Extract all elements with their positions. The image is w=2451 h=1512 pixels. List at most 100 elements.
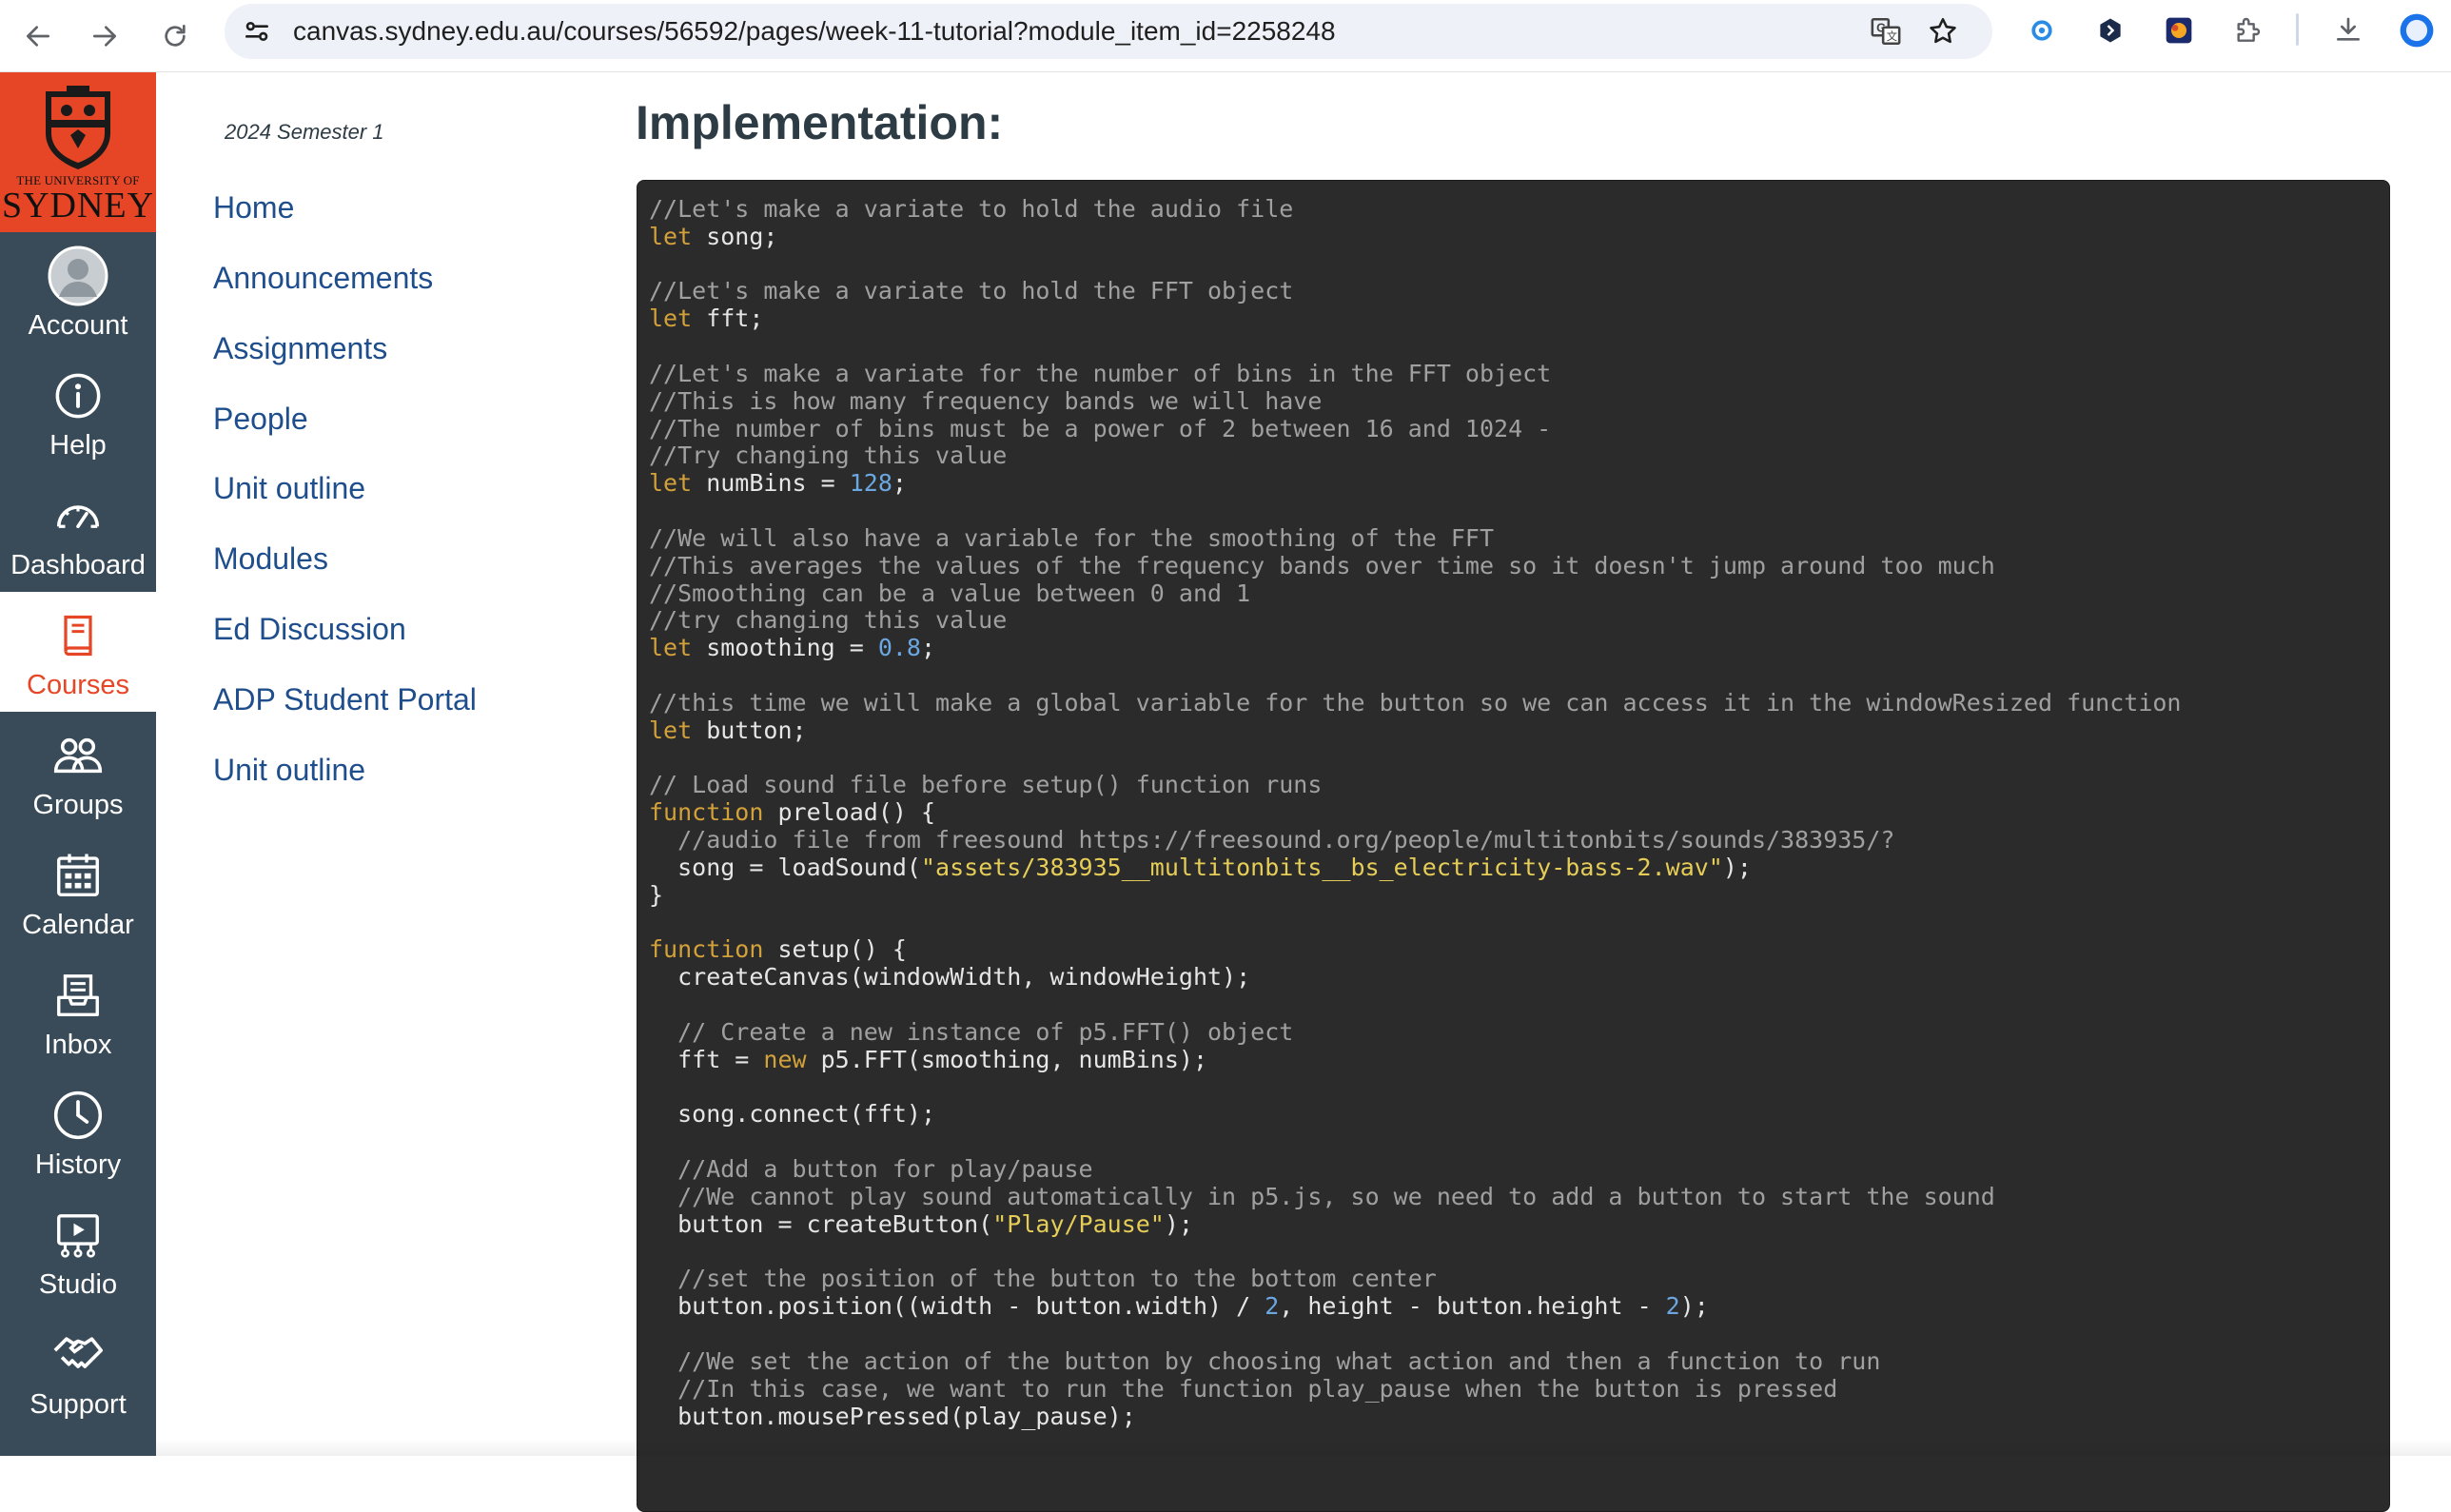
code-token: 128 [849, 469, 892, 498]
global-nav-studio[interactable]: Studio [0, 1191, 156, 1311]
global-nav-calendar[interactable]: Calendar [0, 832, 156, 952]
code-line: song = loadSound("assets/383935__multito… [649, 854, 1752, 881]
global-navigation: THE UNIVERSITY OF SYDNEY Account Help Da… [0, 72, 156, 1456]
back-arrow-icon[interactable] [11, 10, 65, 63]
groups-icon [48, 725, 108, 786]
profile-icon[interactable] [2398, 11, 2436, 49]
code-token: song.connect(fft); [649, 1100, 936, 1129]
code-token: fft = [649, 1045, 764, 1073]
code-token: "assets/383935__multitonbits__bs_electri… [920, 853, 1723, 881]
code-line: // Create a new instance of p5.FFT() obj… [649, 1018, 1293, 1046]
global-nav-inbox[interactable]: Inbox [0, 952, 156, 1071]
course-nav-unit-outline[interactable]: Unit outline [213, 469, 365, 507]
extension-3-icon[interactable] [2160, 11, 2198, 49]
extension-1-icon[interactable] [2023, 11, 2061, 49]
course-nav-announcements[interactable]: Announcements [213, 259, 433, 297]
url-text[interactable]: canvas.sydney.edu.au/courses/56592/pages… [293, 14, 1336, 49]
course-nav-home[interactable]: Home [213, 188, 294, 226]
course-nav-modules[interactable]: Modules [213, 540, 328, 578]
code-line: function setup() { [649, 935, 907, 963]
course-nav-unit-outline-2[interactable]: Unit outline [213, 751, 365, 789]
code-token: setup() { [763, 935, 907, 964]
reload-icon[interactable] [148, 10, 202, 63]
code-token: ); [1679, 1292, 1709, 1321]
global-nav-history[interactable]: History [0, 1071, 156, 1191]
code-token: p5.FFT(smoothing, numBins); [806, 1045, 1208, 1073]
code-token: //Add a button for play/pause [649, 1155, 1093, 1184]
global-nav-account[interactable]: Account [0, 232, 156, 352]
global-nav-help[interactable]: Help [0, 352, 156, 472]
code-block[interactable]: //Let's make a variate to hold the audio… [637, 180, 2390, 1512]
code-token: //The number of bins must be a power of … [649, 414, 1552, 442]
code-line: function preload() { [649, 798, 935, 826]
studio-icon [48, 1205, 108, 1266]
extension-2-icon[interactable] [2091, 11, 2129, 49]
toolbar-separator [2296, 13, 2299, 46]
code-token: //Let's make a variate for the number of… [649, 359, 1552, 387]
code-line: let smoothing = 0.8; [649, 634, 935, 661]
code-line: //This averages the values of the freque… [649, 552, 1995, 579]
courses-icon [48, 605, 108, 666]
global-nav-groups[interactable]: Groups [0, 712, 156, 832]
address-bar[interactable]: canvas.sydney.edu.au/courses/56592/pages… [225, 4, 1992, 59]
global-nav-dashboard[interactable]: Dashboard [0, 472, 156, 592]
code-line: //We will also have a variable for the s… [649, 524, 1494, 552]
code-line: //set the position of the button to the … [649, 1265, 1437, 1292]
code-line: song.connect(fft); [649, 1100, 935, 1128]
page-heading: Implementation: [636, 96, 1004, 149]
course-nav-ed-discussion[interactable]: Ed Discussion [213, 610, 406, 648]
code-token: button.mousePressed(play_pause); [649, 1402, 1136, 1430]
code-token: } [649, 880, 664, 909]
code-token: //This averages the values of the freque… [649, 551, 1995, 579]
forward-arrow-icon[interactable] [78, 10, 131, 63]
course-nav-people[interactable]: People [213, 400, 308, 438]
global-nav-label: Account [28, 310, 128, 341]
code-line: //Let's make a variate for the number of… [649, 360, 1551, 387]
puzzle-extensions-icon[interactable] [2228, 11, 2266, 49]
code-line: createCanvas(windowWidth, windowHeight); [649, 963, 1250, 991]
code-line: } [649, 881, 663, 909]
course-nav-assignments[interactable]: Assignments [213, 329, 387, 367]
svg-text:文: 文 [1887, 29, 1897, 43]
code-line: //We cannot play sound automatically in … [649, 1183, 1995, 1210]
code-token: //audio file from freesound https://free… [649, 826, 1895, 854]
code-token: createCanvas(windowWidth, windowHeight); [649, 963, 1251, 992]
code-token: function [649, 935, 764, 964]
code-token: //this time we will make a global variab… [649, 688, 2182, 717]
support-icon [48, 1325, 108, 1385]
code-token: smoothing = [692, 634, 878, 662]
dashboard-icon [48, 485, 108, 546]
global-nav-courses[interactable]: Courses [0, 592, 156, 712]
code-token: 2 [1265, 1292, 1280, 1321]
global-nav-label: Groups [32, 790, 124, 820]
code-token: //Let's make a variate to hold the audio… [649, 195, 1294, 223]
code-token: let [649, 469, 693, 498]
code-line: //Add a button for play/pause [649, 1155, 1093, 1183]
code-token: let [649, 222, 693, 250]
code-token: //We cannot play sound automatically in … [649, 1182, 1995, 1210]
code-line: button = createButton("Play/Pause"); [649, 1210, 1193, 1238]
code-line: //try changing this value [649, 606, 1007, 634]
site-info-icon[interactable] [240, 14, 274, 49]
code-line: button.mousePressed(play_pause); [649, 1403, 1136, 1430]
university-crest-icon [46, 86, 110, 169]
code-token: song; [692, 222, 778, 250]
code-token: button; [692, 716, 807, 744]
global-nav-label: History [34, 1149, 122, 1180]
global-nav-label: Calendar [22, 910, 134, 940]
code-token: button = createButton( [649, 1209, 993, 1238]
code-line: let button; [649, 717, 807, 744]
global-nav-support[interactable]: Support [0, 1311, 156, 1431]
code-token: button.position((width - button.width) / [649, 1292, 1265, 1321]
course-nav-adp-student-portal[interactable]: ADP Student Portal [213, 680, 477, 718]
global-nav-label: Dashboard [10, 550, 146, 580]
code-token: //In this case, we want to run the funct… [649, 1374, 1838, 1403]
code-token: preload() { [763, 798, 936, 827]
global-nav-label: Studio [38, 1269, 118, 1300]
star-icon[interactable] [1924, 12, 1962, 50]
university-logo[interactable]: THE UNIVERSITY OF SYDNEY [0, 72, 156, 232]
translate-icon[interactable]: G文 [1867, 12, 1905, 50]
code-token: //We will also have a variable for the s… [649, 523, 1495, 552]
download-icon[interactable] [2329, 11, 2367, 49]
code-line: //Let's make a variate to hold the audio… [649, 195, 1293, 223]
